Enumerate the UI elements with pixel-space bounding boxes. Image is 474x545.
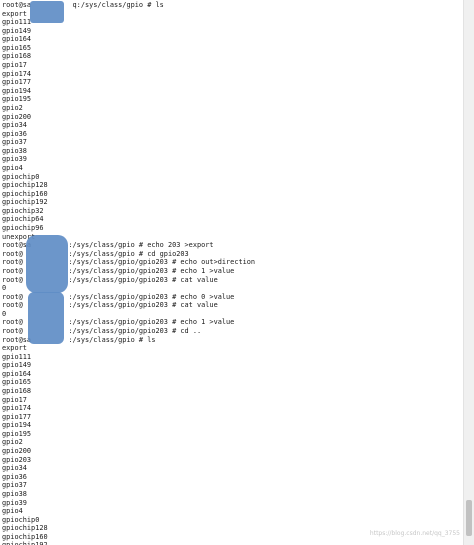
terminal-line: root@ :/sys/class/gpio/gpio203 # echo 0 …: [2, 292, 235, 301]
terminal-line: gpio194: [2, 86, 32, 95]
terminal-line: gpio34: [2, 464, 27, 473]
terminal-line: unexport: [2, 232, 36, 241]
redaction-mask-middle: [26, 235, 68, 293]
terminal-line: gpio177: [2, 78, 32, 87]
terminal-line: gpio2: [2, 438, 23, 447]
terminal-line: root@ :/sys/class/gpio/gpio203 # echo ou…: [2, 258, 256, 267]
terminal-line: gpio195: [2, 95, 32, 104]
terminal-line: gpio149: [2, 361, 32, 370]
terminal-line: gpio203: [2, 455, 32, 464]
watermark-text: https://blog.csdn.net/qq_3755: [369, 530, 460, 537]
scrollbar-thumb[interactable]: [466, 500, 472, 536]
terminal-line: gpiochip64: [2, 215, 44, 224]
terminal-line: gpio37: [2, 138, 27, 147]
terminal-line: root@ :/sys/class/gpio/gpio203 # echo 1 …: [2, 318, 235, 327]
terminal-line: root@ :/sys/class/gpio/gpio203 # cd ..: [2, 326, 202, 335]
terminal-line: gpio200: [2, 112, 32, 121]
terminal-line: gpio111: [2, 352, 32, 361]
vertical-scrollbar[interactable]: [463, 0, 474, 545]
terminal-line: gpiochip192: [2, 198, 48, 207]
terminal-line: gpio177: [2, 412, 32, 421]
terminal-line: gpio111: [2, 18, 32, 27]
terminal-line: root@sa q:/sys/class/gpio # ls: [2, 1, 164, 9]
terminal-line: export: [2, 344, 27, 353]
terminal-line: gpio195: [2, 429, 32, 438]
terminal-line: gpiochip96: [2, 224, 44, 233]
terminal-line: gpio34: [2, 121, 27, 130]
terminal-line: gpio37: [2, 481, 27, 490]
terminal-line: gpio39: [2, 498, 27, 507]
terminal-line: gpio4: [2, 163, 23, 172]
terminal-output[interactable]: root@sa q:/sys/class/gpio # ls export gpio…: [0, 0, 462, 545]
terminal-line: root@sa :/sys/class/gpio # ls: [2, 335, 156, 344]
terminal-line: gpio168: [2, 52, 32, 61]
terminal-line: gpiochip160: [2, 189, 48, 198]
terminal-line: gpio174: [2, 404, 32, 413]
terminal-lines: root@sa q:/sys/class/gpio # ls export gpio…: [2, 1, 462, 545]
terminal-line: root@ :/sys/class/gpio/gpio203 # cat val…: [2, 301, 218, 310]
redaction-mask-top: [30, 1, 64, 23]
terminal-line: gpio17: [2, 61, 27, 70]
redaction-mask-lower: [28, 292, 64, 344]
terminal-line: gpio165: [2, 43, 32, 52]
terminal-line: 0: [2, 309, 7, 318]
terminal-line: gpio194: [2, 421, 32, 430]
terminal-line: gpiochip128: [2, 181, 48, 190]
terminal-line: gpio168: [2, 387, 32, 396]
terminal-line: gpio200: [2, 447, 32, 456]
terminal-line: gpio39: [2, 155, 27, 164]
terminal-line: gpio2: [2, 103, 23, 112]
terminal-line: gpio17: [2, 395, 27, 404]
terminal-line: 0: [2, 284, 7, 293]
terminal-line: gpio36: [2, 129, 27, 138]
terminal-line: root@sa :/sys/class/gpio # echo 203 >exp…: [2, 241, 214, 250]
terminal-line: root@ :/sys/class/gpio/gpio203 # echo 1 …: [2, 266, 235, 275]
terminal-line: gpiochip32: [2, 206, 44, 215]
terminal-line: gpio149: [2, 26, 32, 35]
terminal-line: gpio38: [2, 146, 27, 155]
terminal-line: export: [2, 9, 27, 18]
terminal-line: gpio174: [2, 69, 32, 78]
terminal-line: gpio165: [2, 378, 32, 387]
terminal-line: root@ :/sys/class/gpio/gpio203 # cat val…: [2, 275, 218, 284]
terminal-line: gpio164: [2, 369, 32, 378]
terminal-line: gpio36: [2, 472, 27, 481]
terminal-line: gpio38: [2, 489, 27, 498]
terminal-line: gpiochip0: [2, 515, 40, 524]
terminal-line: gpio164: [2, 35, 32, 44]
terminal-line: gpiochip0: [2, 172, 40, 181]
terminal-line: gpiochip192: [2, 541, 462, 545]
terminal-line: gpio4: [2, 507, 23, 516]
terminal-line: root@ :/sys/class/gpio # cd gpio203: [2, 249, 189, 258]
